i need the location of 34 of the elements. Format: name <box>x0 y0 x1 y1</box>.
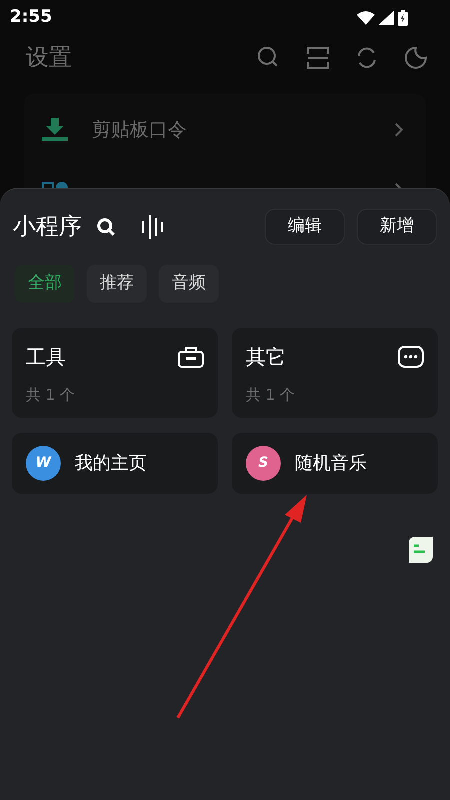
category-card[interactable]: 其它 共 1 个 <box>232 328 438 418</box>
settings-row[interactable]: 剪贴板口令 <box>24 100 426 160</box>
category-name: 工具 <box>26 344 66 371</box>
waveform-icon[interactable] <box>140 215 164 239</box>
app-name: 我的主页 <box>75 452 147 476</box>
category-count: 共 1 个 <box>26 385 76 406</box>
battery-icon <box>398 10 408 26</box>
moon-icon[interactable] <box>404 46 428 70</box>
status-time: 2:55 <box>10 6 52 30</box>
filter-tab[interactable]: 推荐 <box>87 265 147 303</box>
search-icon[interactable] <box>96 217 116 237</box>
sync-icon[interactable] <box>355 46 379 70</box>
app-avatar: W <box>26 446 61 481</box>
app-name: 随机音乐 <box>295 452 367 476</box>
filter-tab[interactable]: 全部 <box>15 265 75 303</box>
download-icon <box>42 118 68 142</box>
category-name: 其它 <box>246 344 286 371</box>
scan-icon[interactable] <box>306 46 330 70</box>
category-count: 共 1 个 <box>246 385 296 406</box>
action-button[interactable]: 编辑 <box>265 209 345 245</box>
app-card[interactable]: S 随机音乐 <box>232 433 438 494</box>
row-label: 剪贴板口令 <box>92 118 187 143</box>
action-button[interactable]: 新增 <box>357 209 437 245</box>
page-title: 设置 <box>26 44 72 73</box>
signal-icon <box>379 11 394 25</box>
app-avatar: S <box>246 446 281 481</box>
wifi-icon <box>357 11 375 25</box>
filter-tab[interactable]: 音频 <box>159 265 219 303</box>
more-icon <box>398 346 424 368</box>
toolbox-icon <box>178 346 204 368</box>
sheet-title: 小程序 <box>13 212 82 242</box>
app-card[interactable]: W 我的主页 <box>12 433 218 494</box>
floating-note-icon[interactable] <box>409 537 433 563</box>
category-card[interactable]: 工具 共 1 个 <box>12 328 218 418</box>
